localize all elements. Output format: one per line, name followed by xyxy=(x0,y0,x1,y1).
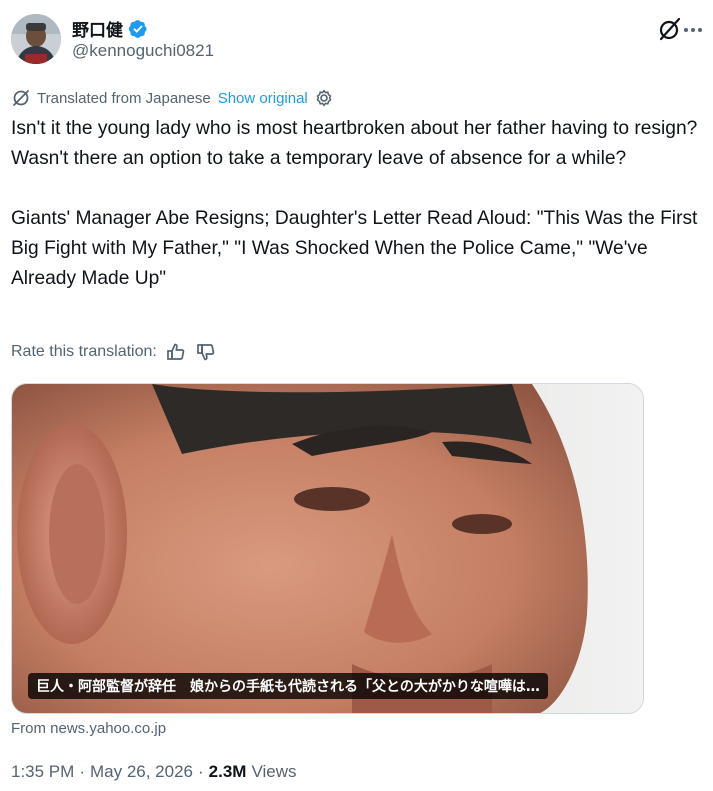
rate-translation: Rate this translation: xyxy=(11,341,217,363)
translate-icon xyxy=(11,88,31,108)
meta-separator: · xyxy=(198,762,204,781)
thumbs-up-icon[interactable] xyxy=(165,341,187,363)
card-source[interactable]: From news.yahoo.co.jp xyxy=(11,720,166,737)
thumbs-down-icon[interactable] xyxy=(195,341,217,363)
views-label: Views xyxy=(251,762,297,781)
link-preview-card[interactable]: 巨人・阿部監督が辞任 娘からの手紙も代読される「父との大がかりな喧嘩は… xyxy=(11,383,644,714)
tweet-meta: 1:35 PM · May 26, 2026 · 2.3M Views xyxy=(11,762,297,782)
verified-badge-icon xyxy=(128,19,148,39)
more-options-icon[interactable] xyxy=(683,20,703,40)
tweet-time[interactable]: 1:35 PM xyxy=(11,762,74,782)
show-original-link[interactable]: Show original xyxy=(218,90,308,107)
views-count: 2.3M xyxy=(208,762,247,781)
tweet-date[interactable]: May 26, 2026 xyxy=(90,762,193,782)
avatar[interactable] xyxy=(11,14,61,64)
card-caption: 巨人・阿部監督が辞任 娘からの手紙も代読される「父との大がかりな喧嘩は… xyxy=(28,673,548,699)
gear-icon[interactable] xyxy=(314,88,334,108)
grok-icon[interactable] xyxy=(657,16,683,42)
card-photo xyxy=(12,384,643,713)
tweet-header: 野口健 @kennoguchi0821 xyxy=(11,12,703,68)
name-row: 野口健 xyxy=(72,16,148,41)
display-name[interactable]: 野口健 xyxy=(72,16,123,41)
rate-label: Rate this translation: xyxy=(11,343,157,360)
meta-separator: · xyxy=(79,762,85,781)
handle[interactable]: @kennoguchi0821 xyxy=(72,41,214,61)
translation-notice: Translated from Japanese Show original xyxy=(11,88,334,108)
translated-label: Translated from Japanese xyxy=(37,89,211,107)
tweet-text: Isn't it the young lady who is most hear… xyxy=(11,118,698,289)
